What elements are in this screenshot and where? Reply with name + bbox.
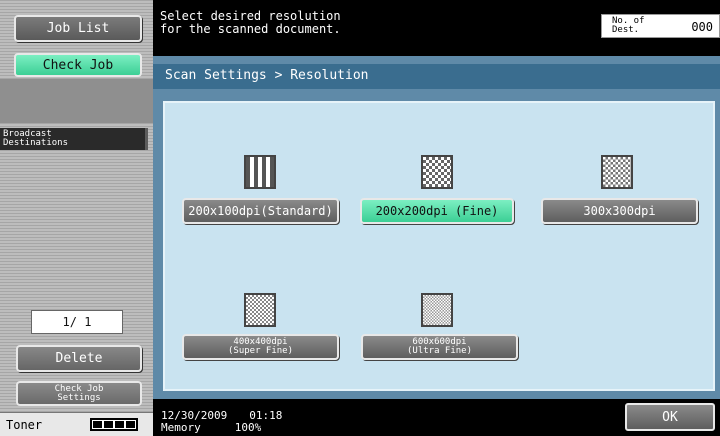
- toner-status: Toner: [0, 412, 153, 436]
- ok-button[interactable]: OK: [625, 403, 715, 431]
- resolution-options: 200x100dpi(Standard) 200x200dpi (Fine) 3…: [163, 101, 715, 391]
- breadcrumb: Scan Settings > Resolution: [153, 64, 720, 89]
- 300dpi-pattern-icon: [601, 155, 633, 189]
- ultra-fine-pattern-icon: [421, 293, 453, 327]
- panel-divider: [0, 79, 153, 123]
- delete-button[interactable]: Delete: [16, 345, 142, 372]
- status-bar: 12/30/2009 01:18 Memory 100%: [161, 410, 282, 434]
- toner-gauge-icon: [90, 418, 138, 431]
- broadcast-line2: Destinations: [3, 138, 69, 148]
- destination-count-box: No. of Dest. 000: [601, 14, 720, 38]
- memory-label: Memory: [161, 421, 201, 434]
- toner-label: Toner: [6, 418, 43, 432]
- check-job-settings-line2: Settings: [57, 392, 101, 403]
- check-job-settings-button[interactable]: Check Job Settings: [16, 381, 142, 406]
- resolution-fine-button[interactable]: 200x200dpi (Fine): [360, 198, 514, 224]
- resolution-ultra-fine-button[interactable]: 600x600dpi (Ultra Fine): [361, 334, 518, 360]
- check-job-button[interactable]: Check Job: [14, 53, 142, 77]
- dest-count-label: No. of Dest.: [612, 16, 645, 35]
- main-panel: Scan Settings > Resolution 200x100dpi(St…: [153, 56, 720, 399]
- instruction-message: Select desired resolution for the scanne…: [160, 10, 341, 36]
- fine-pattern-icon: [421, 155, 453, 189]
- broadcast-destinations-label: Broadcast Destinations: [0, 128, 148, 150]
- coarse-pattern-icon: [244, 155, 276, 189]
- left-panel: Job List Check Job Broadcast Destination…: [0, 0, 153, 436]
- job-list-button[interactable]: Job List: [14, 15, 142, 42]
- memory-value: 100%: [234, 421, 262, 434]
- page-counter: 1/ 1: [31, 310, 123, 334]
- message-line2: for the scanned document.: [160, 22, 341, 36]
- resolution-standard-button[interactable]: 200x100dpi(Standard): [182, 198, 339, 224]
- super-fine-pattern-icon: [244, 293, 276, 327]
- dest-count-value: 000: [691, 20, 713, 34]
- resolution-super-fine-button[interactable]: 400x400dpi (Super Fine): [182, 334, 339, 360]
- resolution-300-button[interactable]: 300x300dpi: [541, 198, 698, 224]
